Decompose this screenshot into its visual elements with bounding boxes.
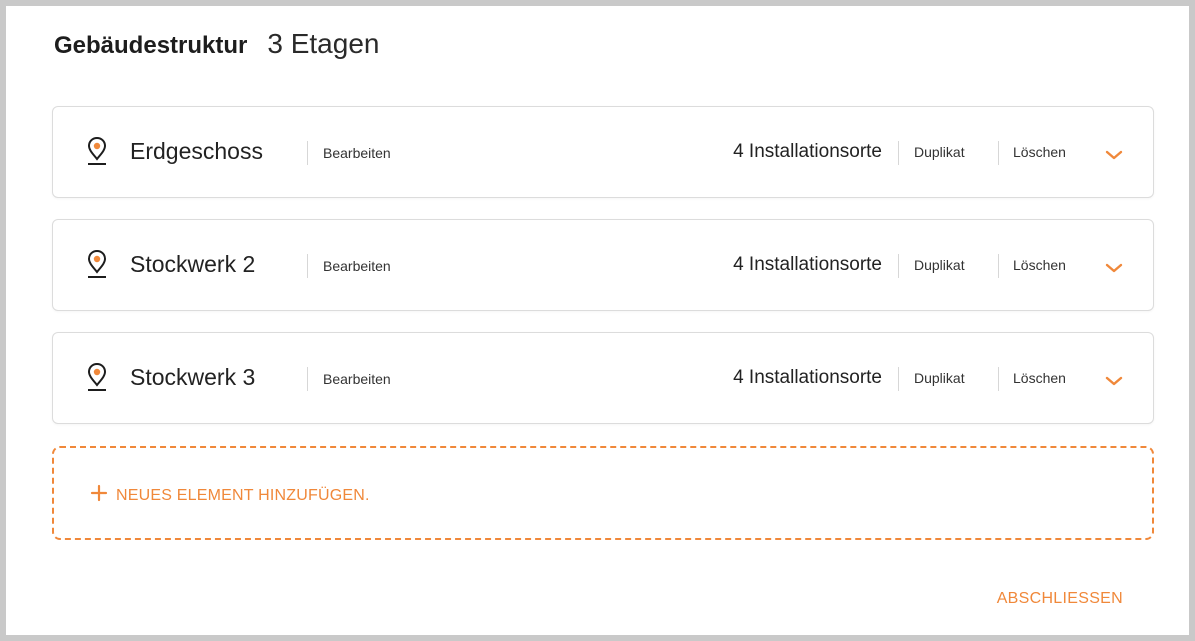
installation-count: 4 Installationsorte [733, 367, 882, 388]
divider [898, 141, 899, 165]
floor-name: Erdgeschoss [130, 138, 263, 164]
divider [998, 254, 999, 278]
delete-button[interactable]: Löschen [1013, 370, 1066, 386]
floor-name: Stockwerk 2 [130, 251, 256, 277]
duplicate-button[interactable]: Duplikat [914, 370, 965, 386]
duplicate-button[interactable]: Duplikat [914, 257, 965, 273]
dialog-header: Gebäudestruktur 3 Etagen [54, 28, 379, 60]
edit-button[interactable]: Bearbeiten [323, 145, 391, 161]
location-pin-icon [87, 362, 107, 391]
chevron-down-icon[interactable] [1105, 262, 1123, 274]
divider [898, 254, 899, 278]
edit-button[interactable]: Bearbeiten [323, 371, 391, 387]
divider [307, 254, 308, 278]
floor-name: Stockwerk 3 [130, 364, 256, 390]
chevron-down-icon[interactable] [1105, 149, 1123, 161]
location-pin-icon [87, 136, 107, 165]
floor-row[interactable]: Stockwerk 3 Bearbeiten 4 Installationsor… [52, 332, 1154, 424]
duplicate-button[interactable]: Duplikat [914, 144, 965, 160]
divider [307, 141, 308, 165]
divider [898, 367, 899, 391]
add-element-label: NEUES ELEMENT HINZUFÜGEN. [116, 487, 370, 504]
delete-button[interactable]: Löschen [1013, 257, 1066, 273]
installation-count: 4 Installationsorte [733, 141, 882, 162]
page-title: Gebäudestruktur [54, 32, 248, 59]
chevron-down-icon[interactable] [1105, 375, 1123, 387]
floor-count: 3 Etagen [267, 28, 380, 59]
edit-button[interactable]: Bearbeiten [323, 258, 391, 274]
add-element-button[interactable]: NEUES ELEMENT HINZUFÜGEN. [52, 446, 1154, 540]
location-pin-icon [87, 249, 107, 278]
finish-button[interactable]: ABSCHLIESSEN [997, 590, 1123, 608]
divider [998, 141, 999, 165]
divider [307, 367, 308, 391]
plus-icon [90, 484, 108, 502]
delete-button[interactable]: Löschen [1013, 144, 1066, 160]
floor-row[interactable]: Erdgeschoss Bearbeiten 4 Installationsor… [52, 106, 1154, 198]
installation-count: 4 Installationsorte [733, 254, 882, 275]
dialog: Gebäudestruktur 3 Etagen Erdgeschoss Bea… [0, 0, 1195, 641]
floor-row[interactable]: Stockwerk 2 Bearbeiten 4 Installationsor… [52, 219, 1154, 311]
divider [998, 367, 999, 391]
